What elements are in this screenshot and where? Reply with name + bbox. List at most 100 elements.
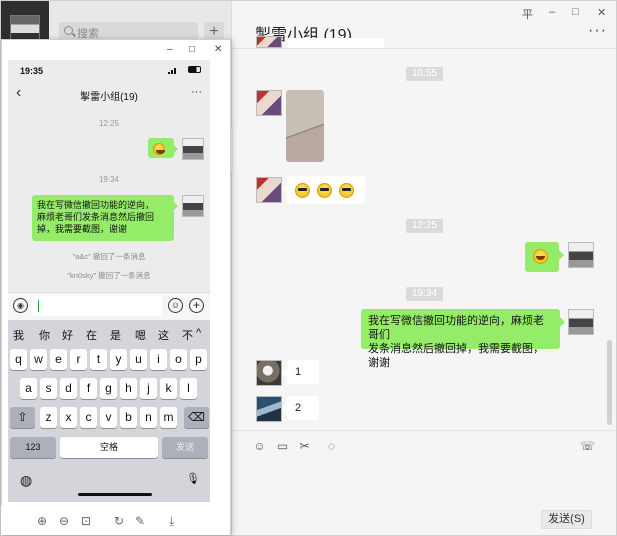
candidate-word[interactable]: 好 — [62, 327, 73, 343]
laugh-emoji-icon — [153, 142, 165, 155]
key-a[interactable]: a — [20, 378, 37, 399]
key-n[interactable]: n — [140, 407, 157, 428]
voice-icon[interactable]: ◉ — [13, 298, 28, 313]
candidate-word[interactable]: 不 — [182, 327, 193, 343]
emoji-icon[interactable]: ☺ — [253, 440, 266, 453]
key-f[interactable]: f — [80, 378, 97, 399]
globe-icon[interactable]: ◍ — [20, 472, 32, 489]
key-o[interactable]: o — [170, 349, 187, 370]
message-line: 我在写微信撤回功能的逆向，麻烦老哥们 — [368, 315, 544, 341]
laugh-emoji-icon — [533, 248, 548, 264]
key-t[interactable]: t — [90, 349, 107, 370]
home-indicator[interactable] — [78, 493, 152, 496]
key-e[interactable]: e — [50, 349, 67, 370]
delete-key[interactable]: ⌫ — [184, 407, 209, 428]
download-icon[interactable]: ⤓ — [169, 514, 174, 529]
member-avatar[interactable] — [256, 36, 282, 48]
send-button[interactable]: 发送(S) — [541, 510, 592, 529]
scissors-icon[interactable]: ✂ — [298, 440, 311, 453]
phone-text-field[interactable] — [32, 296, 162, 316]
key-h[interactable]: h — [120, 378, 137, 399]
minimize-button[interactable]: – — [167, 44, 173, 55]
candidate-expand-icon[interactable]: ^ — [196, 327, 201, 339]
my-avatar[interactable] — [568, 242, 594, 268]
cool-emoji-icon — [339, 182, 355, 198]
candidate-word[interactable]: 是 — [110, 327, 121, 343]
video-call-icon[interactable]: ☏ — [580, 440, 595, 453]
member-avatar[interactable] — [256, 90, 282, 116]
key-v[interactable]: v — [100, 407, 117, 428]
key-u[interactable]: u — [130, 349, 147, 370]
candidate-word[interactable]: 嗯 — [135, 327, 146, 343]
message-line: 麻烦老哥们发条消息然后撤回 — [37, 212, 155, 222]
emulator-scrollbar[interactable] — [230, 127, 233, 171]
key-d[interactable]: d — [60, 378, 77, 399]
chat-more-button[interactable]: ··· — [588, 22, 607, 40]
plus-icon[interactable]: + — [189, 298, 204, 313]
member-avatar[interactable] — [256, 360, 282, 386]
key-l[interactable]: l — [180, 378, 197, 399]
key-k[interactable]: k — [160, 378, 177, 399]
key-g[interactable]: g — [100, 378, 117, 399]
key-p[interactable]: p — [190, 349, 207, 370]
text-message: 2 — [282, 396, 319, 420]
space-key[interactable]: 空格 — [60, 437, 158, 458]
emoji-message — [282, 176, 365, 204]
more-icon[interactable]: ··· — [191, 86, 202, 98]
time-label: 19:34 — [98, 175, 120, 184]
number-key[interactable]: 123 — [10, 437, 56, 458]
key-x[interactable]: x — [60, 407, 77, 428]
member-avatar[interactable] — [256, 396, 282, 422]
minimize-button[interactable]: – — [549, 6, 555, 18]
text-message-sent: 我在写微信撤回功能的逆向，麻烦老哥们 发条消息然后撤回掉，我需要截图，谢谢 — [361, 309, 565, 369]
my-avatar[interactable] — [568, 309, 594, 335]
microphone-icon[interactable]: 🎙 — [186, 472, 200, 485]
message-bubble-partial — [288, 38, 384, 48]
key-z[interactable]: z — [40, 407, 57, 428]
maximize-button[interactable]: □ — [189, 44, 195, 55]
member-avatar[interactable] — [256, 177, 282, 203]
scrollbar[interactable] — [607, 340, 612, 425]
candidate-word[interactable]: 在 — [86, 327, 97, 343]
status-bar: 19:35 — [8, 60, 210, 80]
emoji-message-sent — [525, 242, 564, 272]
zoom-in-icon[interactable]: ⊕ — [37, 514, 47, 528]
folder-icon[interactable]: ▭ — [276, 440, 289, 453]
close-button[interactable]: ✕ — [597, 6, 606, 19]
my-avatar[interactable] — [182, 195, 204, 217]
candidate-word[interactable]: 你 — [39, 327, 50, 343]
status-time: 19:35 — [20, 66, 44, 76]
my-avatar[interactable] — [182, 138, 204, 160]
rotate-icon[interactable]: ↻ — [114, 514, 124, 528]
emoji-icon[interactable]: ☺ — [168, 298, 183, 313]
key-y[interactable]: y — [110, 349, 127, 370]
edit-icon[interactable]: ✎ — [135, 514, 145, 528]
key-r[interactable]: r — [70, 349, 87, 370]
time-badge: 12:25 — [406, 219, 444, 233]
candidate-word[interactable]: 我 — [13, 327, 24, 343]
text-message-sent: 我在写微信撤回功能的逆向， 麻烦老哥们发条消息然后撤回 掉，我需要截图，谢谢 — [32, 195, 178, 241]
signal-battery-icon — [168, 66, 202, 74]
pin-icon[interactable]: 平 — [522, 6, 533, 22]
key-b[interactable]: b — [120, 407, 137, 428]
key-w[interactable]: w — [30, 349, 47, 370]
key-i[interactable]: i — [150, 349, 167, 370]
close-button[interactable]: ✕ — [214, 44, 222, 55]
key-s[interactable]: s — [40, 378, 57, 399]
key-c[interactable]: c — [80, 407, 97, 428]
shift-key[interactable]: ⇧ — [10, 407, 35, 428]
key-j[interactable]: j — [140, 378, 157, 399]
cool-emoji-icon — [295, 182, 310, 198]
send-key[interactable]: 发送 — [162, 437, 208, 458]
zoom-out-icon[interactable]: ⊖ — [59, 514, 69, 528]
maximize-button[interactable]: □ — [572, 6, 579, 18]
message-line: 发条消息然后撤回掉，我需要截图，谢谢 — [368, 343, 544, 369]
phone-screen: 19:35 ‹ 掣雷小组(19) ··· 12:25 19:34 我在写微信撤回… — [8, 60, 210, 502]
chat-history-icon[interactable]: ◌ — [325, 440, 338, 453]
time-label: 12:25 — [98, 119, 120, 128]
key-q[interactable]: q — [10, 349, 27, 370]
key-m[interactable]: m — [160, 407, 177, 428]
actual-size-icon[interactable]: ⊡ — [81, 514, 91, 528]
image-message[interactable] — [286, 90, 324, 162]
candidate-word[interactable]: 这 — [158, 327, 169, 343]
